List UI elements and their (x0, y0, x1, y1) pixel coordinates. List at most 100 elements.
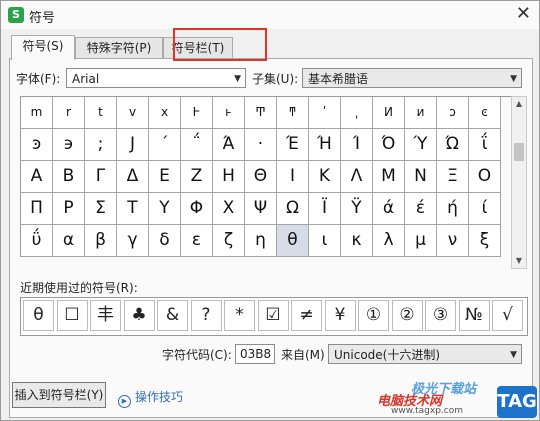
symbol-cell[interactable]: ι (309, 225, 341, 257)
char-code-input[interactable]: 03B8 (235, 344, 275, 364)
symbol-cell[interactable]: v (117, 97, 149, 129)
symbol-cell[interactable]: ζ (213, 225, 245, 257)
symbol-cell[interactable]: ή (437, 193, 469, 225)
symbol-cell[interactable]: Ξ (437, 161, 469, 193)
symbol-cell[interactable]: ͼ (469, 97, 501, 129)
recent-symbol-cell[interactable]: ? (190, 300, 222, 331)
symbol-cell[interactable]: Λ (341, 161, 373, 193)
symbol-cell[interactable]: ΰ (21, 225, 53, 257)
symbol-cell[interactable]: ͳ (277, 97, 309, 129)
symbol-cell[interactable]: Α (21, 161, 53, 193)
symbol-cell[interactable]: Μ (373, 161, 405, 193)
recent-symbol-cell[interactable]: № (458, 300, 490, 331)
symbol-cell[interactable]: λ (373, 225, 405, 257)
recent-symbol-cell[interactable]: ¥ (324, 300, 356, 331)
recent-symbol-cell[interactable]: ☐ (56, 300, 88, 331)
symbol-cell[interactable]: Ί (341, 129, 373, 161)
recent-symbol-cell[interactable]: & (157, 300, 188, 331)
symbol-cell[interactable]: ͱ (213, 97, 245, 129)
symbol-cell[interactable]: ά (373, 193, 405, 225)
symbol-cell[interactable]: γ (117, 225, 149, 257)
symbol-cell[interactable]: Ͳ (245, 97, 277, 129)
operation-tips-link[interactable]: ▶ 操作技巧 (118, 388, 183, 408)
symbol-cell[interactable]: η (245, 225, 277, 257)
symbol-cell[interactable]: ν (437, 225, 469, 257)
symbol-cell[interactable]: κ (341, 225, 373, 257)
symbol-cell[interactable]: Θ (245, 161, 277, 193)
symbol-cell[interactable]: Ή (309, 129, 341, 161)
symbol-cell[interactable]: θ (277, 225, 309, 257)
symbol-cell[interactable]: Ι (277, 161, 309, 193)
symbol-cell[interactable]: ΐ (469, 129, 501, 161)
recent-symbol-cell[interactable]: θ (23, 300, 54, 331)
symbol-cell[interactable]: Ε (149, 161, 181, 193)
symbol-cell[interactable]: m (21, 97, 53, 129)
symbol-cell[interactable]: δ (149, 225, 181, 257)
symbol-cell[interactable]: Ϳ (117, 129, 149, 161)
symbol-cell[interactable]: Ω (277, 193, 309, 225)
recent-symbol-cell[interactable]: 丰 (90, 300, 121, 331)
symbol-cell[interactable]: β (85, 225, 117, 257)
recent-symbol-cell[interactable]: ☑ (257, 300, 289, 331)
symbol-cell[interactable]: Τ (117, 193, 149, 225)
symbol-cell[interactable]: Ο (469, 161, 501, 193)
symbol-cell[interactable]: Ώ (437, 129, 469, 161)
scroll-thumb[interactable] (514, 143, 524, 161)
symbol-cell[interactable]: Ά (213, 129, 245, 161)
font-select[interactable]: Arial ▼ (66, 68, 246, 88)
symbol-cell[interactable]: Β (53, 161, 85, 193)
symbol-cell[interactable]: ε (181, 225, 213, 257)
symbol-cell[interactable]: Υ (149, 193, 181, 225)
insert-to-symbol-bar-button[interactable]: 插入到符号栏(Y) (12, 382, 106, 408)
symbol-cell[interactable]: Ό (373, 129, 405, 161)
symbol-cell[interactable]: Η (213, 161, 245, 193)
symbol-cell[interactable]: Ν (405, 161, 437, 193)
symbol-cell[interactable]: ξ (469, 225, 501, 257)
symbol-cell[interactable]: μ (405, 225, 437, 257)
tab-special-characters[interactable]: 特殊字符(P) (75, 37, 163, 59)
symbol-cell[interactable]: Π (21, 193, 53, 225)
recent-symbol-cell[interactable]: ① (358, 300, 389, 331)
symbol-cell[interactable]: ί (469, 193, 501, 225)
symbol-cell[interactable]: Κ (309, 161, 341, 193)
symbol-cell[interactable]: Έ (277, 129, 309, 161)
symbol-cell[interactable]: ͽ (21, 129, 53, 161)
symbol-cell[interactable]: Ϊ (309, 193, 341, 225)
symbol-cell[interactable]: ͵ (341, 97, 373, 129)
symbol-cell[interactable]: Ͱ (181, 97, 213, 129)
subset-select[interactable]: 基本希腊语 ▼ (302, 68, 522, 88)
symbol-cell[interactable]: Χ (213, 193, 245, 225)
symbol-cell[interactable]: ; (85, 129, 117, 161)
encoding-select[interactable]: Unicode(十六进制) ▼ (328, 344, 522, 364)
symbol-cell[interactable]: Φ (181, 193, 213, 225)
symbol-cell[interactable]: Ρ (53, 193, 85, 225)
symbol-cell[interactable]: ΄ (149, 129, 181, 161)
recent-symbol-cell[interactable]: ② (391, 300, 423, 331)
symbol-cell[interactable]: ͷ (405, 97, 437, 129)
symbol-cell[interactable]: Γ (85, 161, 117, 193)
recent-symbol-cell[interactable]: ♣ (123, 300, 155, 331)
symbol-cell[interactable]: Ύ (405, 129, 437, 161)
symbol-cell[interactable]: r (53, 97, 85, 129)
scroll-down-icon[interactable]: ▼ (512, 254, 526, 268)
symbol-cell[interactable]: α (53, 225, 85, 257)
symbol-cell[interactable]: Ψ (245, 193, 277, 225)
tab-symbols[interactable]: 符号(S) (11, 35, 75, 60)
symbol-cell[interactable]: t (85, 97, 117, 129)
symbol-cell[interactable]: ΅ (181, 129, 213, 161)
recent-symbol-cell[interactable]: ③ (425, 300, 456, 331)
close-icon[interactable]: ✕ (516, 4, 531, 24)
symbol-cell[interactable]: Δ (117, 161, 149, 193)
symbol-cell[interactable]: ͻ (437, 97, 469, 129)
recent-symbol-cell[interactable]: √ (492, 300, 523, 331)
symbol-cell[interactable]: ϶ (53, 129, 85, 161)
scroll-up-icon[interactable]: ▲ (512, 97, 526, 111)
symbol-cell[interactable]: · (245, 129, 277, 161)
symbol-cell[interactable]: x (149, 97, 181, 129)
symbol-cell[interactable]: έ (405, 193, 437, 225)
symbol-cell[interactable]: Ϋ (341, 193, 373, 225)
symbol-cell[interactable]: Ͷ (373, 97, 405, 129)
recent-symbol-cell[interactable]: * (224, 300, 255, 331)
symbol-cell[interactable]: ʹ (309, 97, 341, 129)
symbol-cell[interactable]: Ζ (181, 161, 213, 193)
